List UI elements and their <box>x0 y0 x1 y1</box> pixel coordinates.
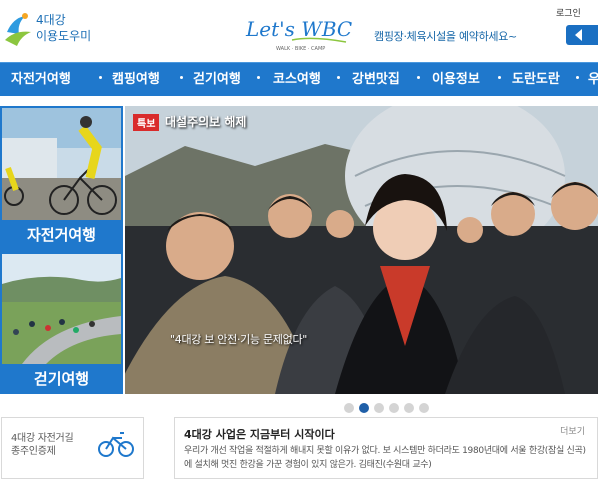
walking-travel-photo[interactable] <box>2 254 121 364</box>
logo-text[interactable]: 4대강 이용도우미 <box>36 12 91 44</box>
nav-separator <box>337 76 340 79</box>
column-text[interactable]: 우리가 개선 작업을 적절하게 해내지 못할 이유가 없다. 보 시스템만 하더… <box>184 444 592 472</box>
nav-item-walking[interactable]: 걷기여행 <box>193 63 241 97</box>
hero-photo <box>125 106 598 394</box>
column-box: 4대강 사업은 지금부터 시작이다 더보기 우리가 개선 작업을 적절하게 해내… <box>174 417 598 479</box>
nav-item-info[interactable]: 이용정보 <box>432 63 480 97</box>
nav-item-course[interactable]: 코스여행 <box>273 63 321 97</box>
nav-item-doran[interactable]: 도란도란 <box>512 63 560 97</box>
hero-slide[interactable]: 특보 대설주의보 해제 "4대강 보 안전·기능 문제없다" <box>125 106 598 394</box>
bike-certification-line2: 종주인증제 <box>11 446 56 457</box>
hero-caption[interactable]: "4대강 보 안전·기능 문제없다" <box>170 331 307 347</box>
column-title[interactable]: 4대강 사업은 지금부터 시작이다 <box>184 426 335 442</box>
nav-item-more[interactable]: 우 <box>588 63 598 97</box>
slider-dot[interactable] <box>389 403 399 413</box>
main-nav: 자전거여행 캠핑여행 걷기여행 코스여행 강변맛집 이용정보 도란도란 우 <box>0 62 598 96</box>
more-link[interactable]: 더보기 <box>560 424 585 437</box>
brand-sub: WALK · BIKE · CAMP <box>276 46 325 52</box>
slider-dot[interactable] <box>374 403 384 413</box>
reservation-slogan-link[interactable]: 캠핑장·체육시설을 예약하세요~ <box>374 28 517 44</box>
slider-dot[interactable] <box>404 403 414 413</box>
nav-separator <box>498 76 501 79</box>
bike-certification-line1: 4대강 자전거길 <box>11 433 74 444</box>
slider-dot-active[interactable] <box>359 403 369 413</box>
slider-dot[interactable] <box>419 403 429 413</box>
side-label-bike-travel[interactable]: 자전거여행 <box>0 220 123 250</box>
brand-name: Let's WBC <box>245 17 352 41</box>
hero-headline[interactable]: 대설주의보 해제 <box>165 113 246 130</box>
speaker-icon <box>575 29 582 41</box>
nav-separator <box>417 76 420 79</box>
nav-separator <box>257 76 260 79</box>
logo-text-line1: 4대강 <box>36 13 66 27</box>
login-link[interactable]: 로그인 <box>556 6 581 19</box>
nav-separator <box>99 76 102 79</box>
slider-dot[interactable] <box>344 403 354 413</box>
nav-separator <box>576 76 579 79</box>
nav-separator <box>180 76 183 79</box>
nav-item-camping[interactable]: 캠핑여행 <box>112 63 160 97</box>
breaking-news-badge: 특보 <box>133 114 160 131</box>
bike-certification-banner[interactable]: 4대강 자전거길 종주인증제 <box>1 417 144 479</box>
logo-text-line2: 이용도우미 <box>36 29 92 43</box>
speaker-button[interactable] <box>566 25 598 45</box>
nav-item-riverside-food[interactable]: 강변맛집 <box>352 63 400 97</box>
site-header: 4대강 이용도우미 Let's WBC WALK · BIKE · CAMP 캠… <box>0 0 598 62</box>
bicycle-icon <box>98 432 134 457</box>
nav-item-bike-travel[interactable]: 자전거여행 <box>11 63 71 97</box>
wbc-brand-logo[interactable]: Let's WBC WALK · BIKE · CAMP <box>242 6 352 54</box>
bike-certification-text: 4대강 자전거길 종주인증제 <box>11 432 74 458</box>
side-menu: 자전거여행 걷기여행 <box>0 106 123 394</box>
side-label-walking-travel[interactable]: 걷기여행 <box>0 364 123 394</box>
four-rivers-logo-icon[interactable] <box>3 10 33 50</box>
bike-travel-photo[interactable] <box>2 108 121 220</box>
